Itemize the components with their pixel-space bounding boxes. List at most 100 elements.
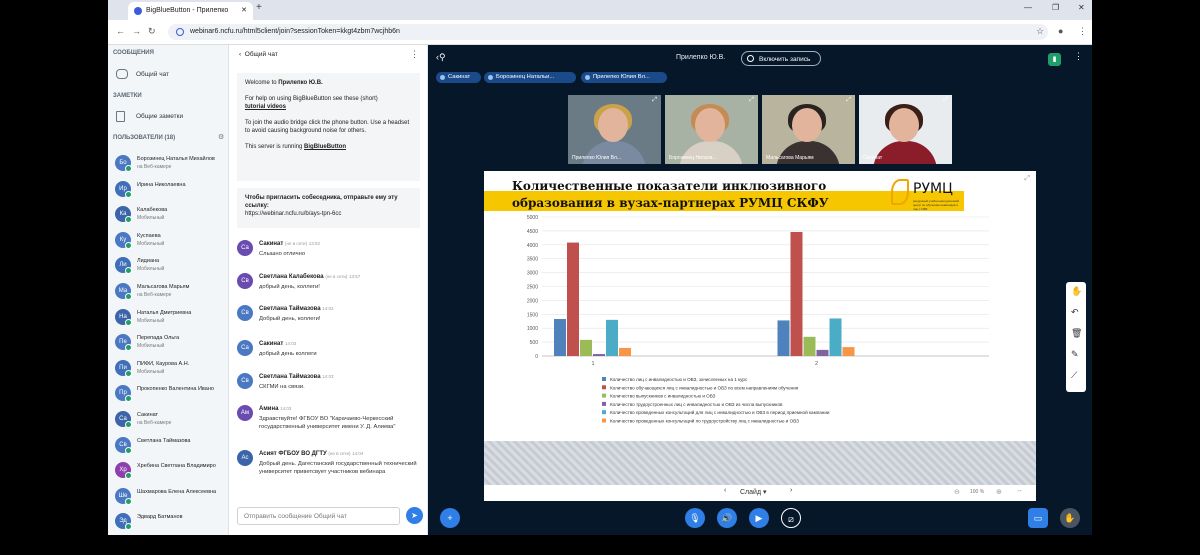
- user-list-item[interactable]: Хр Хребина Светлана Владимиро: [113, 459, 225, 483]
- bookmark-star-icon[interactable]: ☆: [1036, 26, 1044, 37]
- raise-hand-button[interactable]: ✋: [1060, 508, 1080, 528]
- prev-slide-icon[interactable]: ‹: [724, 487, 726, 494]
- bar-1-cat-1: [554, 319, 566, 356]
- reload-icon[interactable]: ↻: [148, 26, 156, 37]
- slide-select[interactable]: Слайд ▾: [740, 488, 767, 496]
- user-list-item[interactable]: Бо Борозинец Наталья Михайлов на Веб-камер…: [113, 152, 225, 176]
- talker-mic-icon: [585, 75, 590, 80]
- close-tab-icon[interactable]: ✕: [241, 2, 247, 20]
- avatar: Бо: [115, 155, 132, 172]
- legend-swatch: [602, 385, 606, 390]
- back-icon[interactable]: ←: [116, 26, 125, 36]
- presentation-slide: Количественные показатели инклюзивного о…: [484, 171, 1036, 501]
- messages-section-title: СООБЩЕНИЯ: [113, 50, 154, 56]
- user-list-item[interactable]: Ка Калабекова Мобильный: [113, 203, 225, 227]
- forward-icon[interactable]: →: [132, 26, 141, 36]
- y-tick-label: 3500: [527, 257, 538, 263]
- user-list-item[interactable]: Ли Лидиана Мобильный: [113, 254, 225, 278]
- talker-pill[interactable]: Борозинец Натальи...: [484, 72, 576, 83]
- close-window-icon[interactable]: ✕: [1078, 3, 1085, 12]
- new-tab-icon[interactable]: +: [256, 2, 262, 13]
- site-info-icon[interactable]: [176, 28, 184, 36]
- microphone-button[interactable]: 🎙: [685, 508, 705, 528]
- zoom-level: 100 %: [970, 489, 985, 495]
- user-list-item[interactable]: Са Сакинат на Веб-камере: [113, 408, 225, 432]
- audio-button[interactable]: 🔊: [717, 508, 737, 528]
- status-dot-icon: [125, 293, 132, 300]
- multi-user-icon[interactable]: ✎: [1071, 349, 1079, 360]
- user-list-item[interactable]: Св Светлана Таймазова: [113, 434, 225, 458]
- status-dot-icon: [125, 318, 132, 326]
- fullscreen-icon[interactable]: ⤢: [943, 97, 948, 104]
- undo-icon[interactable]: ↶: [1071, 307, 1079, 318]
- fit-width-icon[interactable]: ↔: [1016, 487, 1023, 494]
- webcam-label: Прилепко Юлия Вл...: [572, 155, 622, 161]
- options-menu-icon[interactable]: ⋮: [1074, 51, 1083, 62]
- zoom-out-icon[interactable]: ⊖: [954, 488, 960, 496]
- user-list-item[interactable]: Ир Ирина Николаевна: [113, 178, 225, 202]
- chat-options-icon[interactable]: ⋮: [410, 49, 419, 60]
- record-button[interactable]: Включить запись: [741, 51, 821, 66]
- talker-pill[interactable]: Сакинат: [436, 72, 481, 83]
- avatar: Ас: [237, 450, 253, 466]
- user-list-item[interactable]: Эд Эдвард Батманов: [113, 510, 225, 534]
- fullscreen-icon[interactable]: ⤢: [846, 97, 851, 104]
- webcam-tile[interactable]: ⤢ Борозинец Натали...: [665, 95, 758, 164]
- avatar: Св: [237, 273, 253, 289]
- hand-tool-icon[interactable]: ✋: [1071, 286, 1082, 297]
- message-time: 14:04: [352, 451, 364, 456]
- browser-menu-icon[interactable]: ⋮: [1078, 26, 1087, 37]
- status-dot-icon: [125, 421, 132, 428]
- legend-entry: Количество проведенных консультаций для …: [610, 409, 830, 415]
- connection-status-icon[interactable]: ▮: [1048, 53, 1061, 66]
- user-list-item[interactable]: Ма Мальсагова Марьям на Веб-камере: [113, 280, 225, 304]
- tutorial-link[interactable]: tutorial videos: [245, 103, 412, 111]
- message-author: Светлана Калабекова (не в сети) 13:57: [259, 274, 360, 280]
- webcam-tile[interactable]: ⤢ Сакинат: [859, 95, 952, 164]
- bar-5-cat-1: [606, 319, 618, 356]
- maximize-icon[interactable]: ❐: [1052, 3, 1059, 12]
- user-list-item[interactable]: Ше Шахмарова Елена Алексеевна: [113, 485, 225, 509]
- status-dot-icon: [125, 190, 132, 198]
- chat-header[interactable]: ‹ Общий чат: [239, 51, 278, 58]
- delete-icon[interactable]: 🗑: [1071, 328, 1082, 339]
- user-list-item[interactable]: Пи ПИФИ, Каурова А.Н. Мобильный: [113, 357, 225, 381]
- toggle-user-list-icon[interactable]: ‹⚲: [436, 52, 446, 63]
- minimize-icon[interactable]: —: [1024, 3, 1032, 12]
- message-text: СКГМИ на связи.: [259, 384, 305, 390]
- profile-icon[interactable]: ●: [1058, 26, 1063, 36]
- avatar: Ма: [115, 283, 132, 300]
- server-link[interactable]: BigBlueButton: [304, 144, 346, 150]
- legend-entry: Количество выпускников с инвалидностью и…: [610, 394, 716, 399]
- fullscreen-icon[interactable]: ⤢: [652, 97, 657, 104]
- camera-button[interactable]: ▶: [749, 508, 769, 528]
- avatar: Са: [115, 411, 132, 428]
- chart-tool-icon[interactable]: ⟋: [1071, 370, 1077, 381]
- chat-input[interactable]: Отправить сообщение Общий чат: [237, 507, 400, 525]
- user-list-item[interactable]: Пр Прокопенко Валентина Ивано: [113, 382, 225, 406]
- fullscreen-icon[interactable]: ⤢: [749, 97, 754, 104]
- actions-plus-button[interactable]: +: [440, 508, 460, 528]
- avatar-initials: Са: [241, 245, 249, 251]
- invite-link[interactable]: https://webinar.ncfu.ru/b/ays-tpn-6cc: [245, 210, 412, 218]
- users-settings-icon[interactable]: ⚙: [218, 133, 224, 141]
- talker-pill[interactable]: Прилепко Юлия Вл...: [581, 72, 667, 83]
- bar-5-cat-2: [829, 318, 842, 356]
- zoom-in-icon[interactable]: ⊕: [996, 488, 1002, 496]
- y-tick-label: 3000: [527, 271, 538, 277]
- screenshare-button[interactable]: ⧄: [781, 508, 801, 528]
- message-author: Амина 14:03: [259, 406, 291, 412]
- browser-tab[interactable]: BigBlueButton - Прилепко ✕: [128, 2, 253, 20]
- fullscreen-slide-icon[interactable]: ⤢: [1024, 175, 1030, 183]
- user-list-item[interactable]: Ку Куспаева Мобильный: [113, 229, 225, 253]
- webcam-tile[interactable]: ⤢ Мальсагова Марьям: [762, 95, 855, 164]
- user-list-item[interactable]: Пе Перепада Ольга Мобильный: [113, 331, 225, 355]
- user-status: на Веб-камере: [137, 292, 172, 298]
- webcam-tile[interactable]: ⤢ Прилепко Юлия Вл...: [568, 95, 661, 164]
- status-dot-icon: [125, 369, 132, 377]
- url-field[interactable]: webinar6.ncfu.ru/html5client/join?sessio…: [168, 24, 1048, 40]
- user-list-item[interactable]: На Наталья Дмитриевна Мобильный: [113, 306, 225, 330]
- toggle-presentation-button[interactable]: ▭: [1028, 508, 1048, 528]
- next-slide-icon[interactable]: ›: [790, 487, 792, 494]
- send-message-button[interactable]: ➤: [406, 507, 423, 524]
